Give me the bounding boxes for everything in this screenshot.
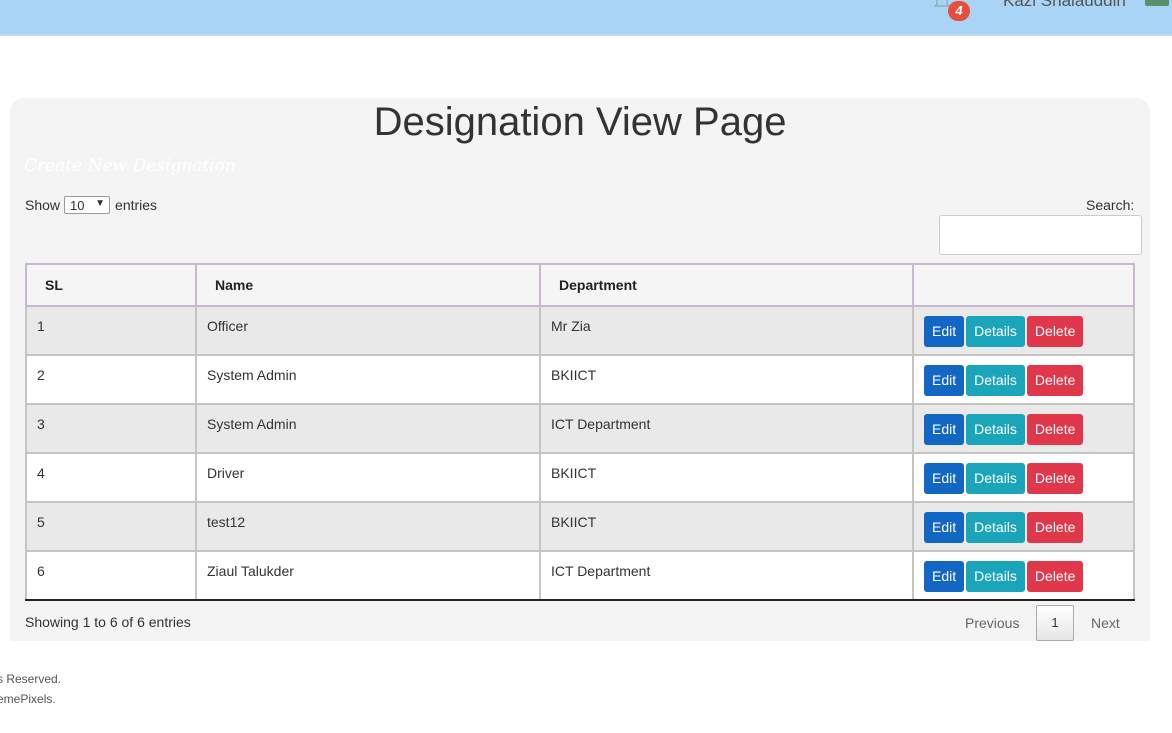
search-input[interactable]	[939, 215, 1142, 255]
column-header-sl[interactable]: SL	[25, 263, 197, 307]
cell-department: ICT Department	[539, 403, 914, 454]
delete-button[interactable]: Delete	[1026, 365, 1084, 396]
cell-sl: 1	[25, 305, 197, 356]
cell-name: Driver	[195, 452, 541, 503]
cell-name: Ziaul Talukder	[195, 550, 541, 601]
footer-copyright: s Reserved.	[0, 672, 62, 686]
create-designation-link[interactable]: Create New Designation	[24, 156, 236, 176]
table-row: 6 Ziaul Talukder ICT Department Edit Deta…	[25, 550, 1135, 601]
notification-badge[interactable]: 4	[948, 1, 970, 21]
show-label: Show	[25, 197, 61, 213]
entries-select-value: 10	[70, 197, 85, 213]
delete-button[interactable]: Delete	[1026, 316, 1084, 347]
table-info: Showing 1 to 6 of 6 entries	[25, 614, 191, 630]
column-header-name[interactable]: Name	[195, 263, 541, 307]
cell-department: BKIICT	[539, 452, 914, 503]
cell-sl: 5	[25, 501, 197, 552]
edit-button[interactable]: Edit	[924, 365, 965, 396]
cell-actions: Edit Details Delete	[912, 501, 1135, 552]
previous-page-button[interactable]: Previous	[965, 615, 1019, 631]
user-name[interactable]: Kazi Shalauddin	[1003, 0, 1126, 11]
designation-table: SL Name Department 1 Officer Mr Zia Edit…	[25, 263, 1135, 601]
table-row: 4 Driver BKIICT Edit Details Delete	[25, 452, 1135, 503]
details-button[interactable]: Details	[966, 561, 1025, 592]
column-header-actions	[912, 263, 1135, 307]
table-row: 2 System Admin BKIICT Edit Details Delete	[25, 354, 1135, 405]
cell-actions: Edit Details Delete	[912, 452, 1135, 503]
entries-label: entries	[115, 197, 158, 213]
cell-actions: Edit Details Delete	[912, 354, 1135, 405]
table-row: 5 test12 BKIICT Edit Details Delete	[25, 501, 1135, 552]
cell-department: BKIICT	[539, 354, 914, 405]
table-header-row: SL Name Department	[25, 263, 1135, 307]
cell-actions: Edit Details Delete	[912, 403, 1135, 454]
cell-name: Officer	[195, 305, 541, 356]
cell-name: test12	[195, 501, 541, 552]
cell-actions: Edit Details Delete	[912, 550, 1135, 601]
delete-button[interactable]: Delete	[1026, 561, 1084, 592]
page-title: Designation View Page	[373, 100, 787, 144]
cell-department: ICT Department	[539, 550, 914, 601]
search-label: Search:	[1086, 197, 1135, 213]
table-row: 1 Officer Mr Zia Edit Details Delete	[25, 305, 1135, 356]
top-navbar: 4 Kazi Shalauddin	[0, 0, 1172, 36]
delete-button[interactable]: Delete	[1026, 463, 1084, 494]
column-header-department[interactable]: Department	[539, 263, 914, 307]
table-row: 3 System Admin ICT Department Edit Detail…	[25, 403, 1135, 454]
footer-credit: emePixels.	[0, 692, 56, 706]
details-button[interactable]: Details	[966, 414, 1025, 445]
page-1-button[interactable]: 1	[1036, 605, 1074, 641]
edit-button[interactable]: Edit	[924, 414, 965, 445]
cell-sl: 6	[25, 550, 197, 601]
cell-department: BKIICT	[539, 501, 914, 552]
edit-button[interactable]: Edit	[924, 316, 965, 347]
cell-department: Mr Zia	[539, 305, 914, 356]
entries-length-control: Show 10 ▼ entries	[25, 196, 157, 214]
cell-sl: 3	[25, 403, 197, 454]
user-avatar[interactable]	[1145, 0, 1169, 6]
details-button[interactable]: Details	[966, 316, 1025, 347]
cell-actions: Edit Details Delete	[912, 305, 1135, 356]
details-button[interactable]: Details	[966, 463, 1025, 494]
next-page-button[interactable]: Next	[1091, 615, 1120, 631]
details-button[interactable]: Details	[966, 365, 1025, 396]
delete-button[interactable]: Delete	[1026, 414, 1084, 445]
edit-button[interactable]: Edit	[924, 512, 965, 543]
cell-sl: 4	[25, 452, 197, 503]
delete-button[interactable]: Delete	[1026, 512, 1084, 543]
edit-button[interactable]: Edit	[924, 463, 965, 494]
cell-name: System Admin	[195, 354, 541, 405]
edit-button[interactable]: Edit	[924, 561, 965, 592]
cell-sl: 2	[25, 354, 197, 405]
entries-select[interactable]: 10 ▼	[64, 196, 111, 214]
cell-name: System Admin	[195, 403, 541, 454]
chevron-down-icon: ▼	[95, 198, 106, 209]
details-button[interactable]: Details	[966, 512, 1025, 543]
